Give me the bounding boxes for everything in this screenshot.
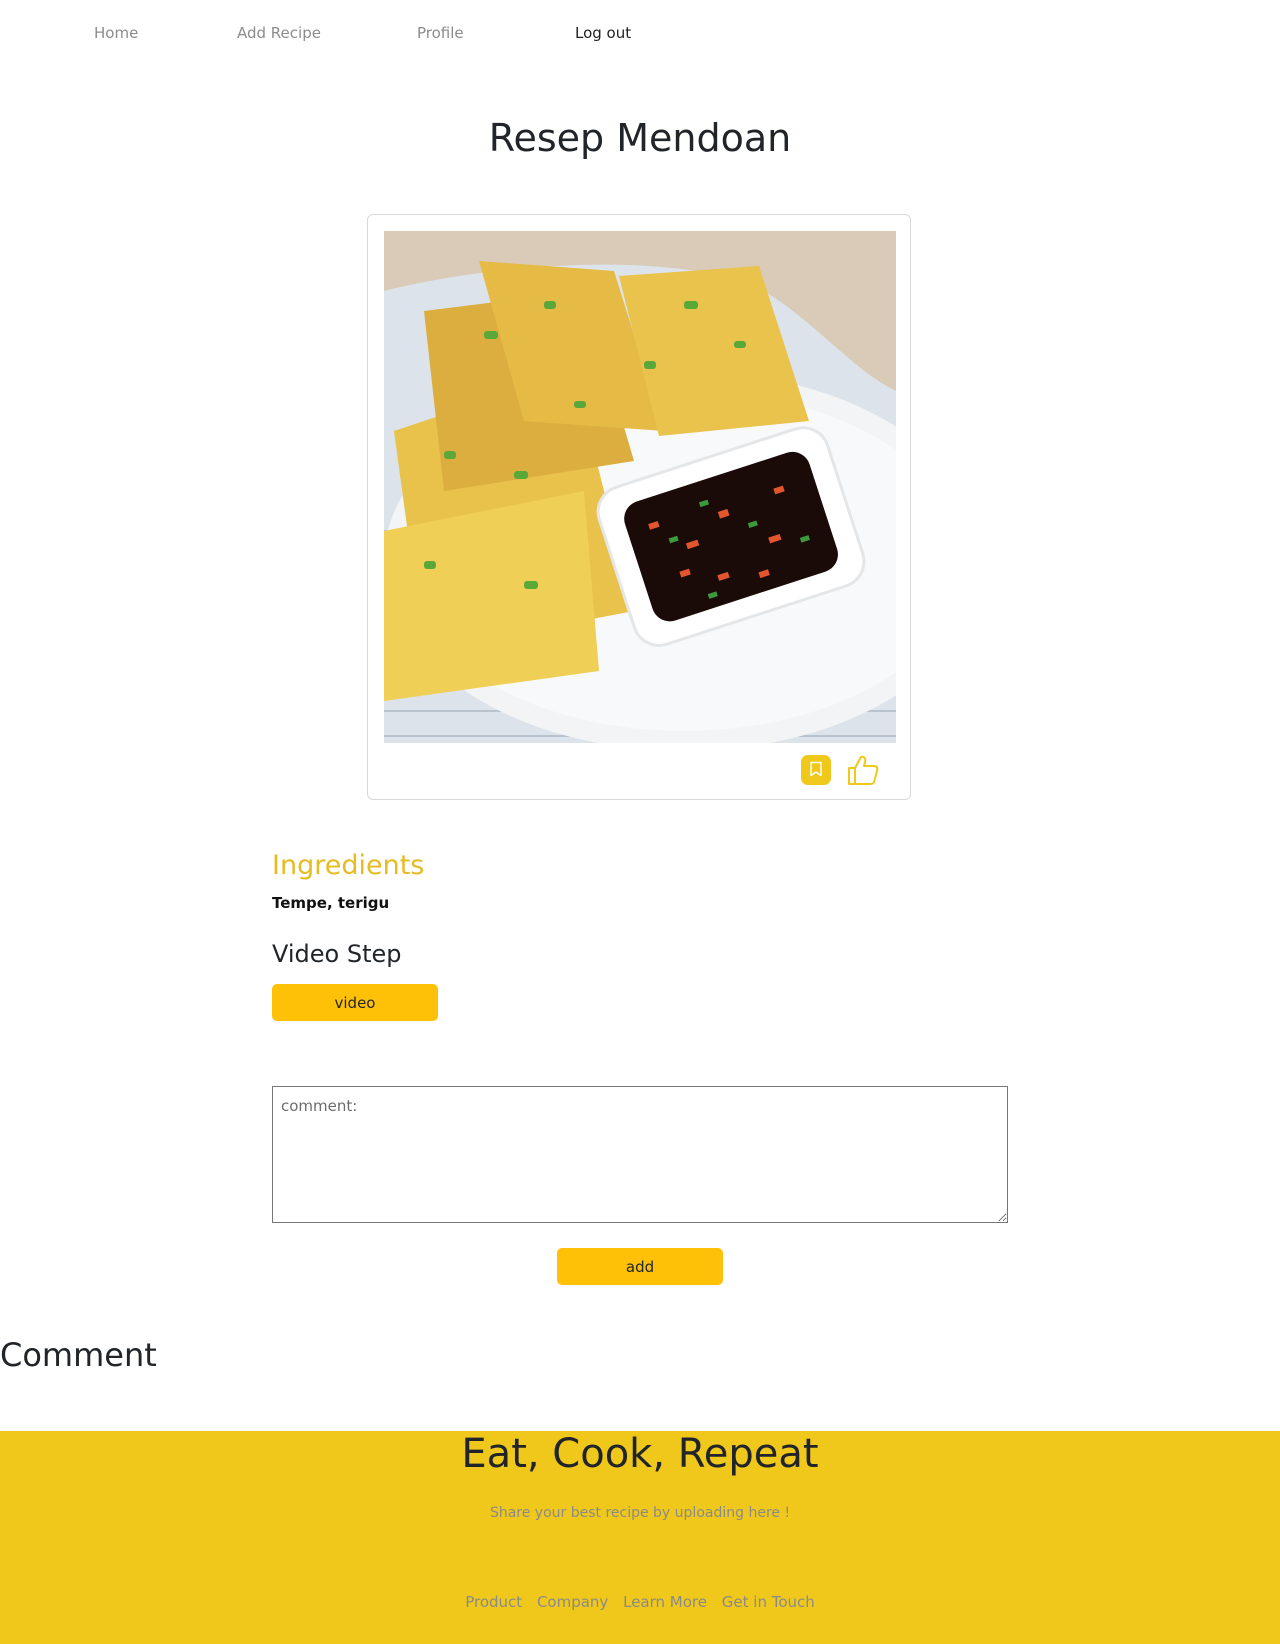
footer-links: Product Company Learn More Get in Touch: [0, 1593, 1280, 1611]
footer-link-learn-more[interactable]: Learn More: [623, 1593, 707, 1611]
comments-heading: Comment: [0, 1336, 157, 1374]
ingredients-heading: Ingredients: [272, 850, 425, 881]
top-navigation: Home Add Recipe Profile Log out: [0, 24, 1280, 48]
comment-input[interactable]: [272, 1086, 1008, 1223]
footer-subtitle: Share your best recipe by uploading here…: [489, 1505, 791, 1521]
video-button[interactable]: video: [272, 984, 438, 1021]
like-recipe-button[interactable]: [846, 753, 880, 787]
add-comment-button[interactable]: add: [557, 1248, 723, 1285]
footer-slogan: Eat, Cook, Repeat: [461, 1431, 819, 1477]
save-recipe-button[interactable]: [801, 755, 831, 785]
bookmark-icon: [809, 761, 823, 780]
recipe-card: [367, 214, 911, 800]
nav-home-link[interactable]: Home: [94, 24, 138, 42]
video-step-heading: Video Step: [272, 940, 402, 968]
footer: Eat, Cook, Repeat Share your best recipe…: [0, 1431, 1280, 1644]
nav-logout-link[interactable]: Log out: [575, 24, 631, 42]
nav-add-recipe-link[interactable]: Add Recipe: [237, 24, 321, 42]
footer-link-product[interactable]: Product: [465, 1593, 522, 1611]
recipe-photo: [384, 231, 896, 743]
nav-profile-link[interactable]: Profile: [417, 24, 464, 42]
ingredients-text: Tempe, terigu: [272, 894, 390, 912]
thumbs-up-icon: [846, 755, 880, 790]
recipe-title: Resep Mendoan: [488, 116, 792, 160]
footer-link-company[interactable]: Company: [537, 1593, 608, 1611]
footer-link-get-in-touch[interactable]: Get in Touch: [722, 1593, 815, 1611]
